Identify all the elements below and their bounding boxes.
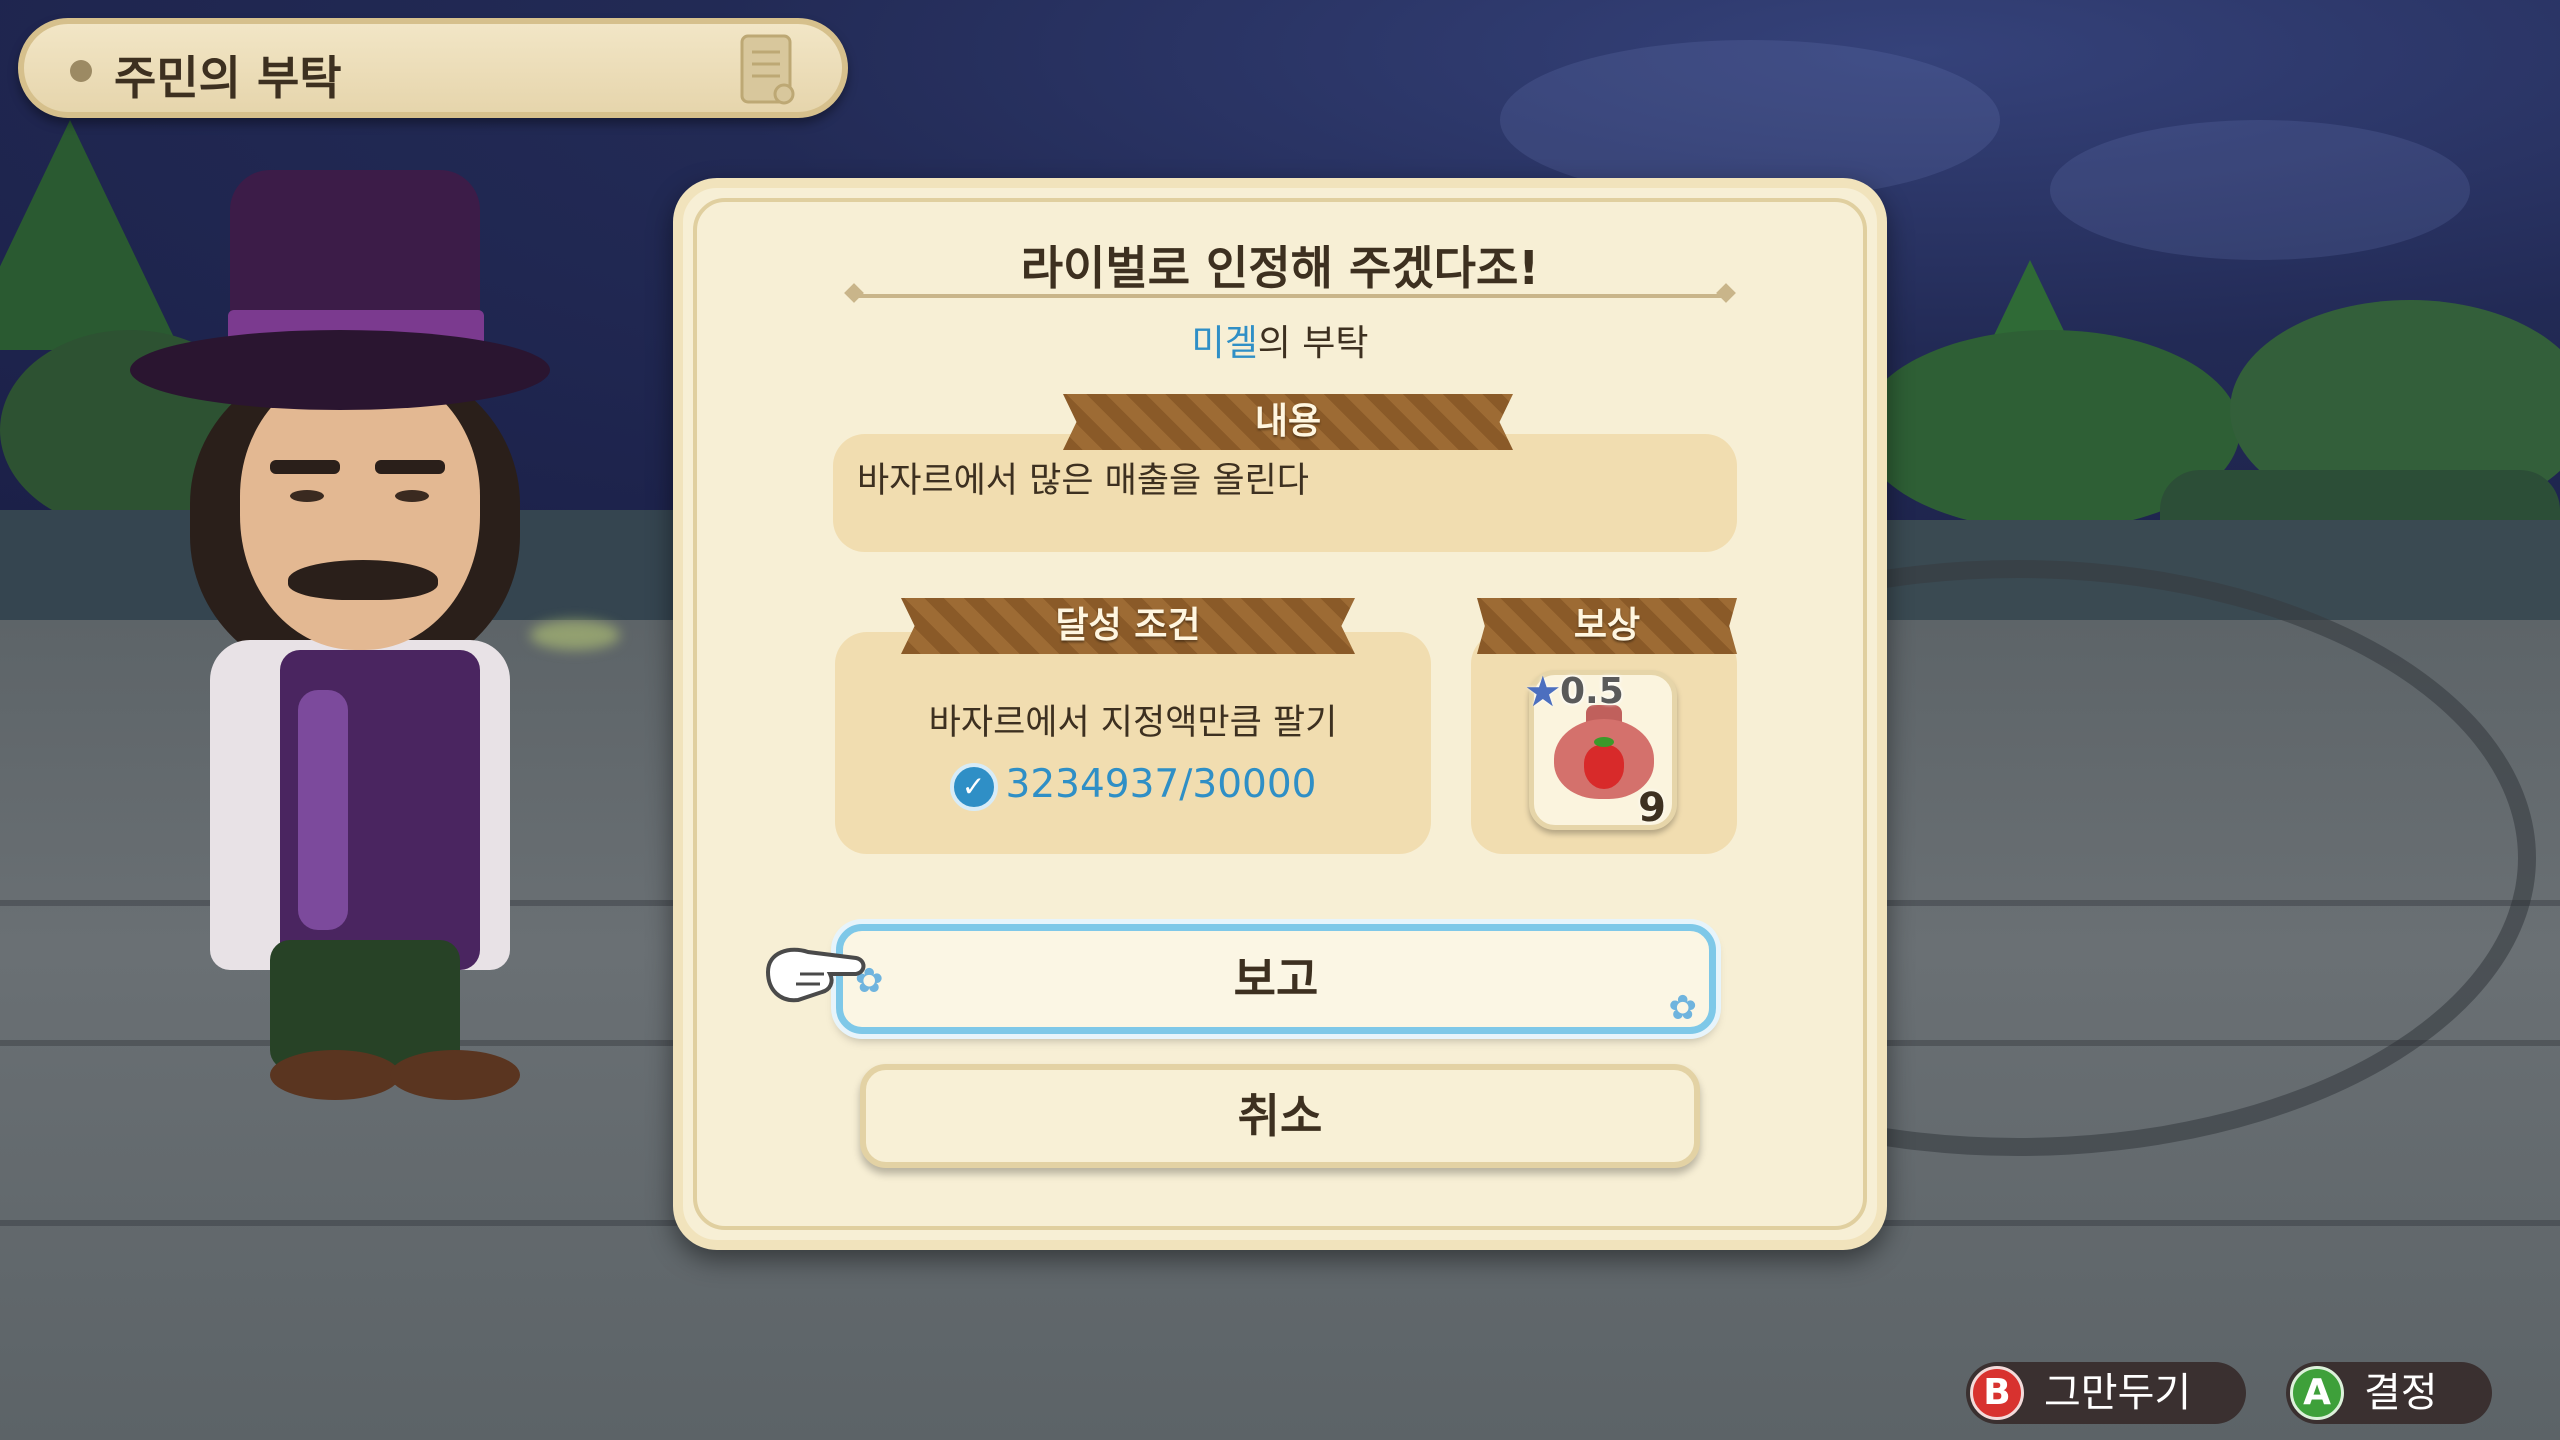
reward-count: 9 <box>1638 785 1666 831</box>
strawberry-icon <box>1584 737 1624 789</box>
cancel-button-label: 취소 <box>1237 1089 1323 1143</box>
request-title: 라이벌로 인정해 주겠다조! <box>1020 241 1540 295</box>
pointing-hand-icon <box>765 947 866 1003</box>
reward-item-card[interactable]: ★ 0.5 9 <box>1524 667 1677 831</box>
condition-text: 바자르에서 지정액만큼 팔기 <box>928 703 1338 743</box>
a-button-icon: A <box>2290 1366 2344 1420</box>
eyebrow <box>375 460 445 474</box>
request-title-bar: 주민의 부탁 <box>18 18 848 118</box>
condition-label: 달성 조건 <box>901 598 1355 654</box>
header-title: 주민의 부탁 <box>114 51 342 105</box>
b-button-icon: B <box>1970 1366 2024 1420</box>
progress-line: ✓ 3234937/30000 <box>835 762 1431 811</box>
check-icon: ✓ <box>949 762 998 811</box>
bullet-icon <box>70 60 92 82</box>
scroll-icon <box>740 34 795 105</box>
title-divider <box>853 294 1727 298</box>
content-label: 내용 <box>1063 394 1513 450</box>
progress-value: 3234937/30000 <box>1005 762 1317 807</box>
requester-suffix: 의 부탁 <box>1257 323 1369 364</box>
quit-label: 그만두기 <box>2044 1370 2192 1416</box>
requester-line: 미겔의 부탁 <box>683 314 1877 366</box>
eye <box>290 490 324 502</box>
reward-label: 보상 <box>1477 598 1737 654</box>
cancel-button[interactable]: 취소 <box>860 1064 1700 1168</box>
character-pants <box>270 940 460 1070</box>
cloud <box>1500 40 2000 200</box>
report-button-label: 보고 <box>1233 952 1319 1006</box>
requester-name: 미겔 <box>1191 323 1258 364</box>
character-shoe <box>270 1050 400 1100</box>
character-face <box>240 370 480 650</box>
reward-value: 0.5 <box>1560 671 1624 712</box>
vest-pattern <box>298 690 348 930</box>
eyebrow <box>270 460 340 474</box>
mustache <box>288 560 438 600</box>
content-text: 바자르에서 많은 매출을 올린다 <box>857 461 1309 501</box>
reward-panel: ★ 0.5 9 <box>1471 632 1737 854</box>
content-panel: 바자르에서 많은 매출을 올린다 <box>833 434 1737 552</box>
quit-hint-button[interactable]: B 그만두기 <box>1966 1362 2246 1424</box>
star-icon: ★ <box>1524 667 1562 716</box>
confirm-label: 결정 <box>2364 1370 2438 1416</box>
npc-character-miguel <box>120 160 580 1100</box>
hat-brim <box>130 330 550 410</box>
flower-icon: ✿ <box>1668 988 1698 1028</box>
report-button[interactable]: 보고 ✿ ✿ <box>836 924 1716 1034</box>
character-shoe <box>390 1050 520 1100</box>
confirm-hint-button[interactable]: A 결정 <box>2286 1362 2492 1424</box>
eye <box>395 490 429 502</box>
condition-panel: 바자르에서 지정액만큼 팔기 ✓ 3234937/30000 <box>835 632 1431 854</box>
cloud <box>2050 120 2470 260</box>
